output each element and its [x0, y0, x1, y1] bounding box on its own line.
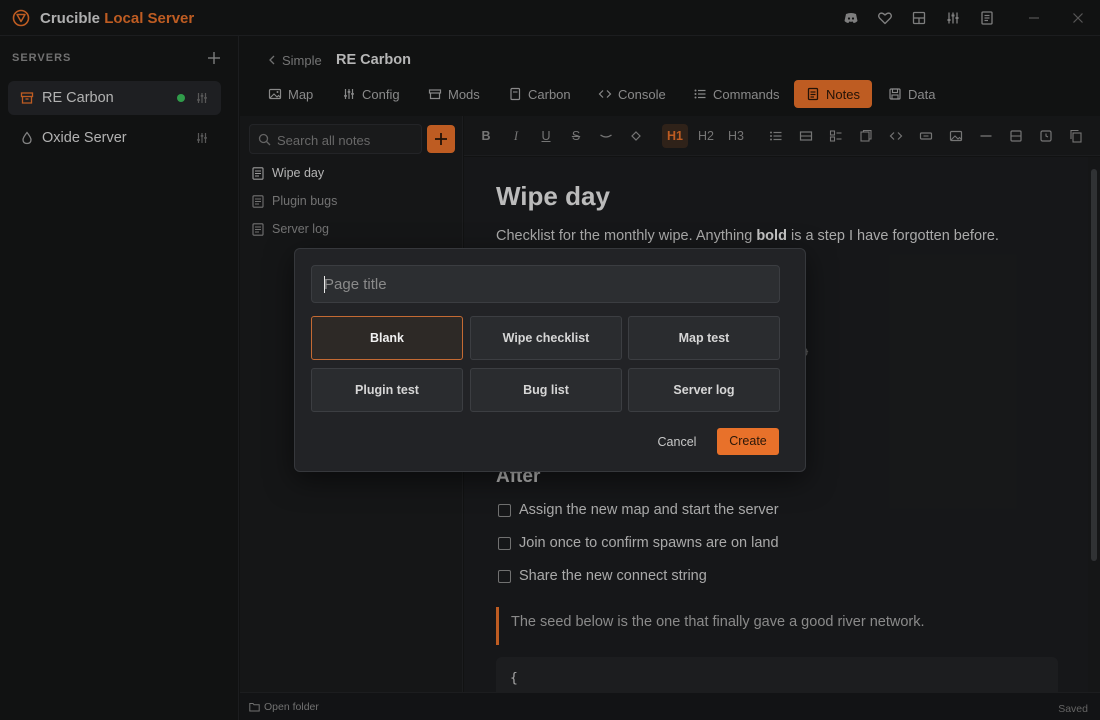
create-button[interactable]: Create	[717, 428, 779, 455]
template-server-log[interactable]: Server log	[628, 368, 780, 412]
text-caret	[324, 276, 325, 293]
template-wipe-checklist[interactable]: Wipe checklist	[470, 316, 622, 360]
page-title-input[interactable]	[311, 265, 780, 303]
template-map-test[interactable]: Map test	[628, 316, 780, 360]
template-bug-list[interactable]: Bug list	[470, 368, 622, 412]
template-blank[interactable]: Blank	[311, 316, 463, 360]
new-page-dialog: Blank Wipe checklist Map test Plugin tes…	[294, 248, 806, 472]
template-plugin-test[interactable]: Plugin test	[311, 368, 463, 412]
cancel-button[interactable]: Cancel	[647, 429, 707, 455]
app-window: Crucible Local Server SERVERS RE Carbon …	[0, 0, 1100, 720]
